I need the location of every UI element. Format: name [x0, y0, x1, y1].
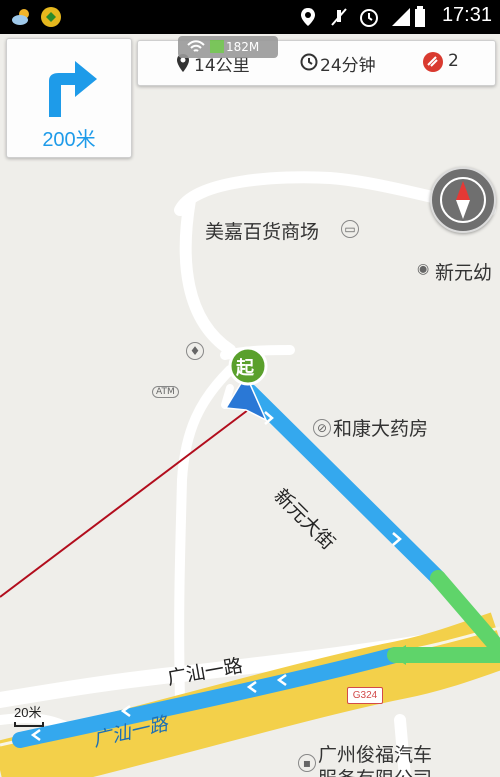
restroom-icon: ♦: [186, 342, 204, 360]
poi-label[interactable]: 美嘉百货商场: [205, 217, 319, 244]
shopping-icon: ▭: [341, 220, 359, 238]
clock-icon: [300, 53, 318, 71]
app-icon: [41, 7, 61, 27]
start-marker[interactable]: 起: [236, 354, 254, 380]
compass-icon: [440, 177, 486, 223]
poi-label[interactable]: 和康大药房: [333, 414, 428, 441]
turn-right-arrow-icon: [49, 61, 97, 117]
scale-label: 20米: [14, 705, 42, 720]
remaining-time: 24分钟: [320, 56, 376, 76]
weather-icon: [12, 9, 29, 25]
alarm-icon: [360, 9, 378, 27]
wifi-icon: [187, 40, 205, 52]
poi-label[interactable]: 广州俊福汽车: [318, 740, 432, 767]
poi-dot-icon: ◉: [417, 261, 430, 277]
mute-icon: [331, 8, 347, 26]
compass-button[interactable]: [430, 167, 496, 233]
location-icon: [301, 8, 315, 26]
turn-guidance-card[interactable]: 200米: [6, 38, 132, 158]
turn-distance: 200米: [42, 129, 96, 151]
camera-alert-icon: [423, 52, 443, 72]
map-scale: 20米: [14, 702, 44, 727]
poi-label[interactable]: 新元幼: [435, 258, 492, 285]
clock: 17:31: [441, 4, 492, 26]
road-shield: G324: [347, 687, 383, 704]
signal-icon: [392, 8, 410, 26]
network-speed-badge: 182M: [178, 36, 278, 58]
data-indicator: [210, 40, 224, 53]
scale-bar: [14, 722, 44, 727]
network-speed: 182M: [226, 40, 260, 54]
battery-icon: [415, 6, 425, 27]
car-service-icon: ▪: [298, 754, 316, 772]
atm-icon: ATM: [152, 386, 179, 398]
pharmacy-icon: ⊘: [313, 419, 331, 437]
status-bar: 17:31: [0, 0, 500, 34]
camera-count: 2: [448, 51, 459, 71]
poi-label[interactable]: 服务有限公司: [318, 764, 432, 777]
